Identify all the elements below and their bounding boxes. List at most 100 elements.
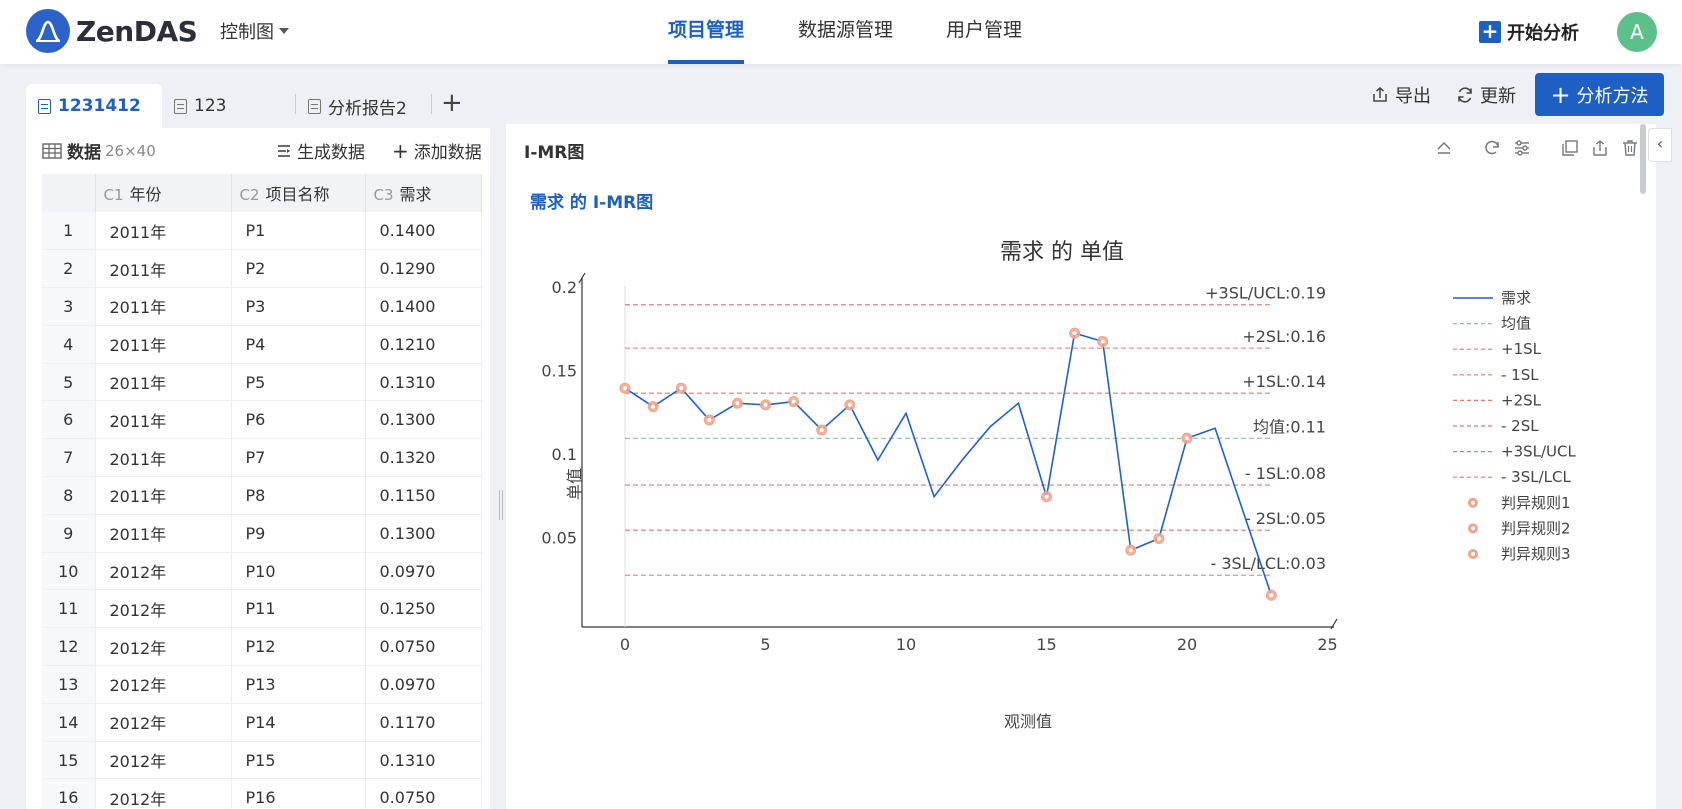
- table-row[interactable]: 9 2011年 P9 0.1300: [42, 514, 482, 553]
- view-selector-dropdown[interactable]: 控制图: [220, 18, 289, 44]
- nav-user-management[interactable]: 用户管理: [946, 0, 1022, 64]
- data-cell[interactable]: 2012年: [95, 778, 232, 809]
- tab-label: 分析报告2: [328, 98, 407, 119]
- add-data-button[interactable]: + 添加数据: [392, 138, 482, 164]
- data-cell[interactable]: 0.1210: [365, 325, 482, 364]
- data-cell[interactable]: 0.0970: [365, 552, 482, 591]
- data-cell[interactable]: P4: [231, 325, 366, 364]
- table-row[interactable]: 15 2012年 P15 0.1310: [42, 741, 482, 780]
- data-cell[interactable]: 0.1320: [365, 438, 482, 478]
- user-avatar[interactable]: A: [1617, 12, 1657, 52]
- data-cell[interactable]: P6: [231, 400, 366, 440]
- tab-analysis-report-2[interactable]: 分析报告2: [296, 84, 432, 128]
- refresh-button[interactable]: 更新: [1456, 84, 1516, 107]
- data-cell[interactable]: 0.1300: [365, 400, 482, 440]
- result-scrollbar[interactable]: [1640, 124, 1646, 194]
- row-number-cell: 6: [42, 400, 96, 440]
- table-row[interactable]: 4 2011年 P4 0.1210: [42, 325, 482, 364]
- data-cell[interactable]: 2011年: [95, 249, 232, 289]
- generate-data-button[interactable]: 生成数据: [276, 138, 365, 163]
- table-row[interactable]: 2 2011年 P2 0.1290: [42, 249, 482, 289]
- data-cell[interactable]: 2011年: [95, 514, 232, 553]
- table-row[interactable]: 5 2011年 P5 0.1310: [42, 363, 482, 402]
- data-cell[interactable]: P1: [231, 212, 366, 251]
- table-row[interactable]: 8 2011年 P8 0.1150: [42, 476, 482, 515]
- data-cell[interactable]: 2012年: [95, 665, 232, 704]
- data-cell[interactable]: 2012年: [95, 552, 232, 591]
- data-cell[interactable]: 2011年: [95, 438, 232, 478]
- table-row[interactable]: 14 2012年 P14 0.1170: [42, 703, 482, 742]
- nav-datasource-management[interactable]: 数据源管理: [798, 0, 893, 64]
- y-axis-label: 单值: [565, 468, 584, 500]
- table-row[interactable]: 16 2012年 P16 0.0750: [42, 778, 482, 809]
- app-logo[interactable]: ZenDAS: [26, 9, 198, 53]
- table-row[interactable]: 10 2012年 P10 0.0970: [42, 552, 482, 591]
- data-cell[interactable]: 0.1250: [365, 589, 482, 629]
- start-analysis-button[interactable]: + 开始分析: [1479, 19, 1579, 45]
- data-cell[interactable]: P10: [231, 552, 366, 591]
- data-cell[interactable]: 2011年: [95, 325, 232, 364]
- data-cell[interactable]: 2011年: [95, 363, 232, 402]
- table-row[interactable]: 13 2012年 P13 0.0970: [42, 665, 482, 704]
- export-button[interactable]: 导出: [1371, 84, 1431, 107]
- data-cell[interactable]: P8: [231, 476, 366, 515]
- row-number-cell: 9: [42, 514, 96, 553]
- nav-project-management[interactable]: 项目管理: [668, 0, 745, 64]
- data-cell[interactable]: 0.0750: [365, 627, 482, 667]
- row-number-cell: 2: [42, 249, 96, 289]
- data-cell[interactable]: P14: [231, 703, 366, 742]
- sidebar-collapse-button[interactable]: ‹: [1648, 128, 1672, 162]
- data-cell[interactable]: 0.1400: [365, 287, 482, 326]
- data-cell[interactable]: 0.1290: [365, 249, 482, 289]
- table-row[interactable]: 6 2011年 P6 0.1300: [42, 400, 482, 440]
- data-cell[interactable]: 2011年: [95, 476, 232, 515]
- reference-line-label: +2SL:0.16: [1242, 327, 1326, 346]
- data-cell[interactable]: 2012年: [95, 703, 232, 742]
- data-cell[interactable]: 0.1150: [365, 476, 482, 515]
- data-cell[interactable]: P13: [231, 665, 366, 704]
- table-row[interactable]: 12 2012年 P12 0.0750: [42, 627, 482, 667]
- tab-123[interactable]: 123: [162, 84, 292, 128]
- data-cell[interactable]: P5: [231, 363, 366, 402]
- data-cell[interactable]: 0.1170: [365, 703, 482, 742]
- tab-1231412[interactable]: 1231412: [26, 84, 162, 128]
- column-header-c3[interactable]: C3 需求: [365, 174, 482, 212]
- legend-label: - 1SL: [1501, 366, 1539, 384]
- table-row[interactable]: 3 2011年 P3 0.1400: [42, 287, 482, 326]
- data-cell[interactable]: 2012年: [95, 741, 232, 780]
- data-cell[interactable]: 2011年: [95, 212, 232, 251]
- table-row[interactable]: 11 2012年 P11 0.1250: [42, 589, 482, 629]
- data-cell[interactable]: P3: [231, 287, 366, 326]
- document-icon: [174, 98, 187, 114]
- data-cell[interactable]: P11: [231, 589, 366, 629]
- list-generate-icon: [278, 144, 290, 157]
- data-cell[interactable]: P9: [231, 514, 366, 553]
- table-row[interactable]: 7 2011年 P7 0.1320: [42, 438, 482, 478]
- data-cell[interactable]: P12: [231, 627, 366, 667]
- data-cell[interactable]: P15: [231, 741, 366, 780]
- column-name: 项目名称: [265, 185, 330, 204]
- data-cell[interactable]: 2011年: [95, 287, 232, 326]
- legend-label: 判异规则2: [1501, 519, 1571, 537]
- data-cell[interactable]: 2011年: [95, 400, 232, 440]
- data-cell[interactable]: P16: [231, 778, 366, 809]
- panel-resize-handle[interactable]: [499, 490, 503, 520]
- table-row[interactable]: 1 2011年 P1 0.1400: [42, 212, 482, 251]
- data-cell[interactable]: P2: [231, 249, 366, 289]
- add-tab-button[interactable]: +: [441, 88, 463, 118]
- data-cell[interactable]: 0.0970: [365, 665, 482, 704]
- data-panel-title: 数据: [67, 143, 101, 163]
- analysis-method-button[interactable]: + 分析方法: [1535, 73, 1664, 116]
- data-cell[interactable]: 0.1300: [365, 514, 482, 553]
- data-cell[interactable]: 2012年: [95, 627, 232, 667]
- column-header-c2[interactable]: C2 项目名称: [231, 174, 366, 212]
- column-header-c1[interactable]: C1 年份: [95, 174, 232, 212]
- data-cell[interactable]: 2012年: [95, 589, 232, 629]
- data-cell[interactable]: 0.0750: [365, 778, 482, 809]
- analysis-method-label: 分析方法: [1576, 85, 1649, 107]
- data-cell[interactable]: 0.1400: [365, 212, 482, 251]
- data-cell[interactable]: P7: [231, 438, 366, 478]
- row-number-cell: 14: [42, 703, 96, 742]
- data-cell[interactable]: 0.1310: [365, 363, 482, 402]
- data-cell[interactable]: 0.1310: [365, 741, 482, 780]
